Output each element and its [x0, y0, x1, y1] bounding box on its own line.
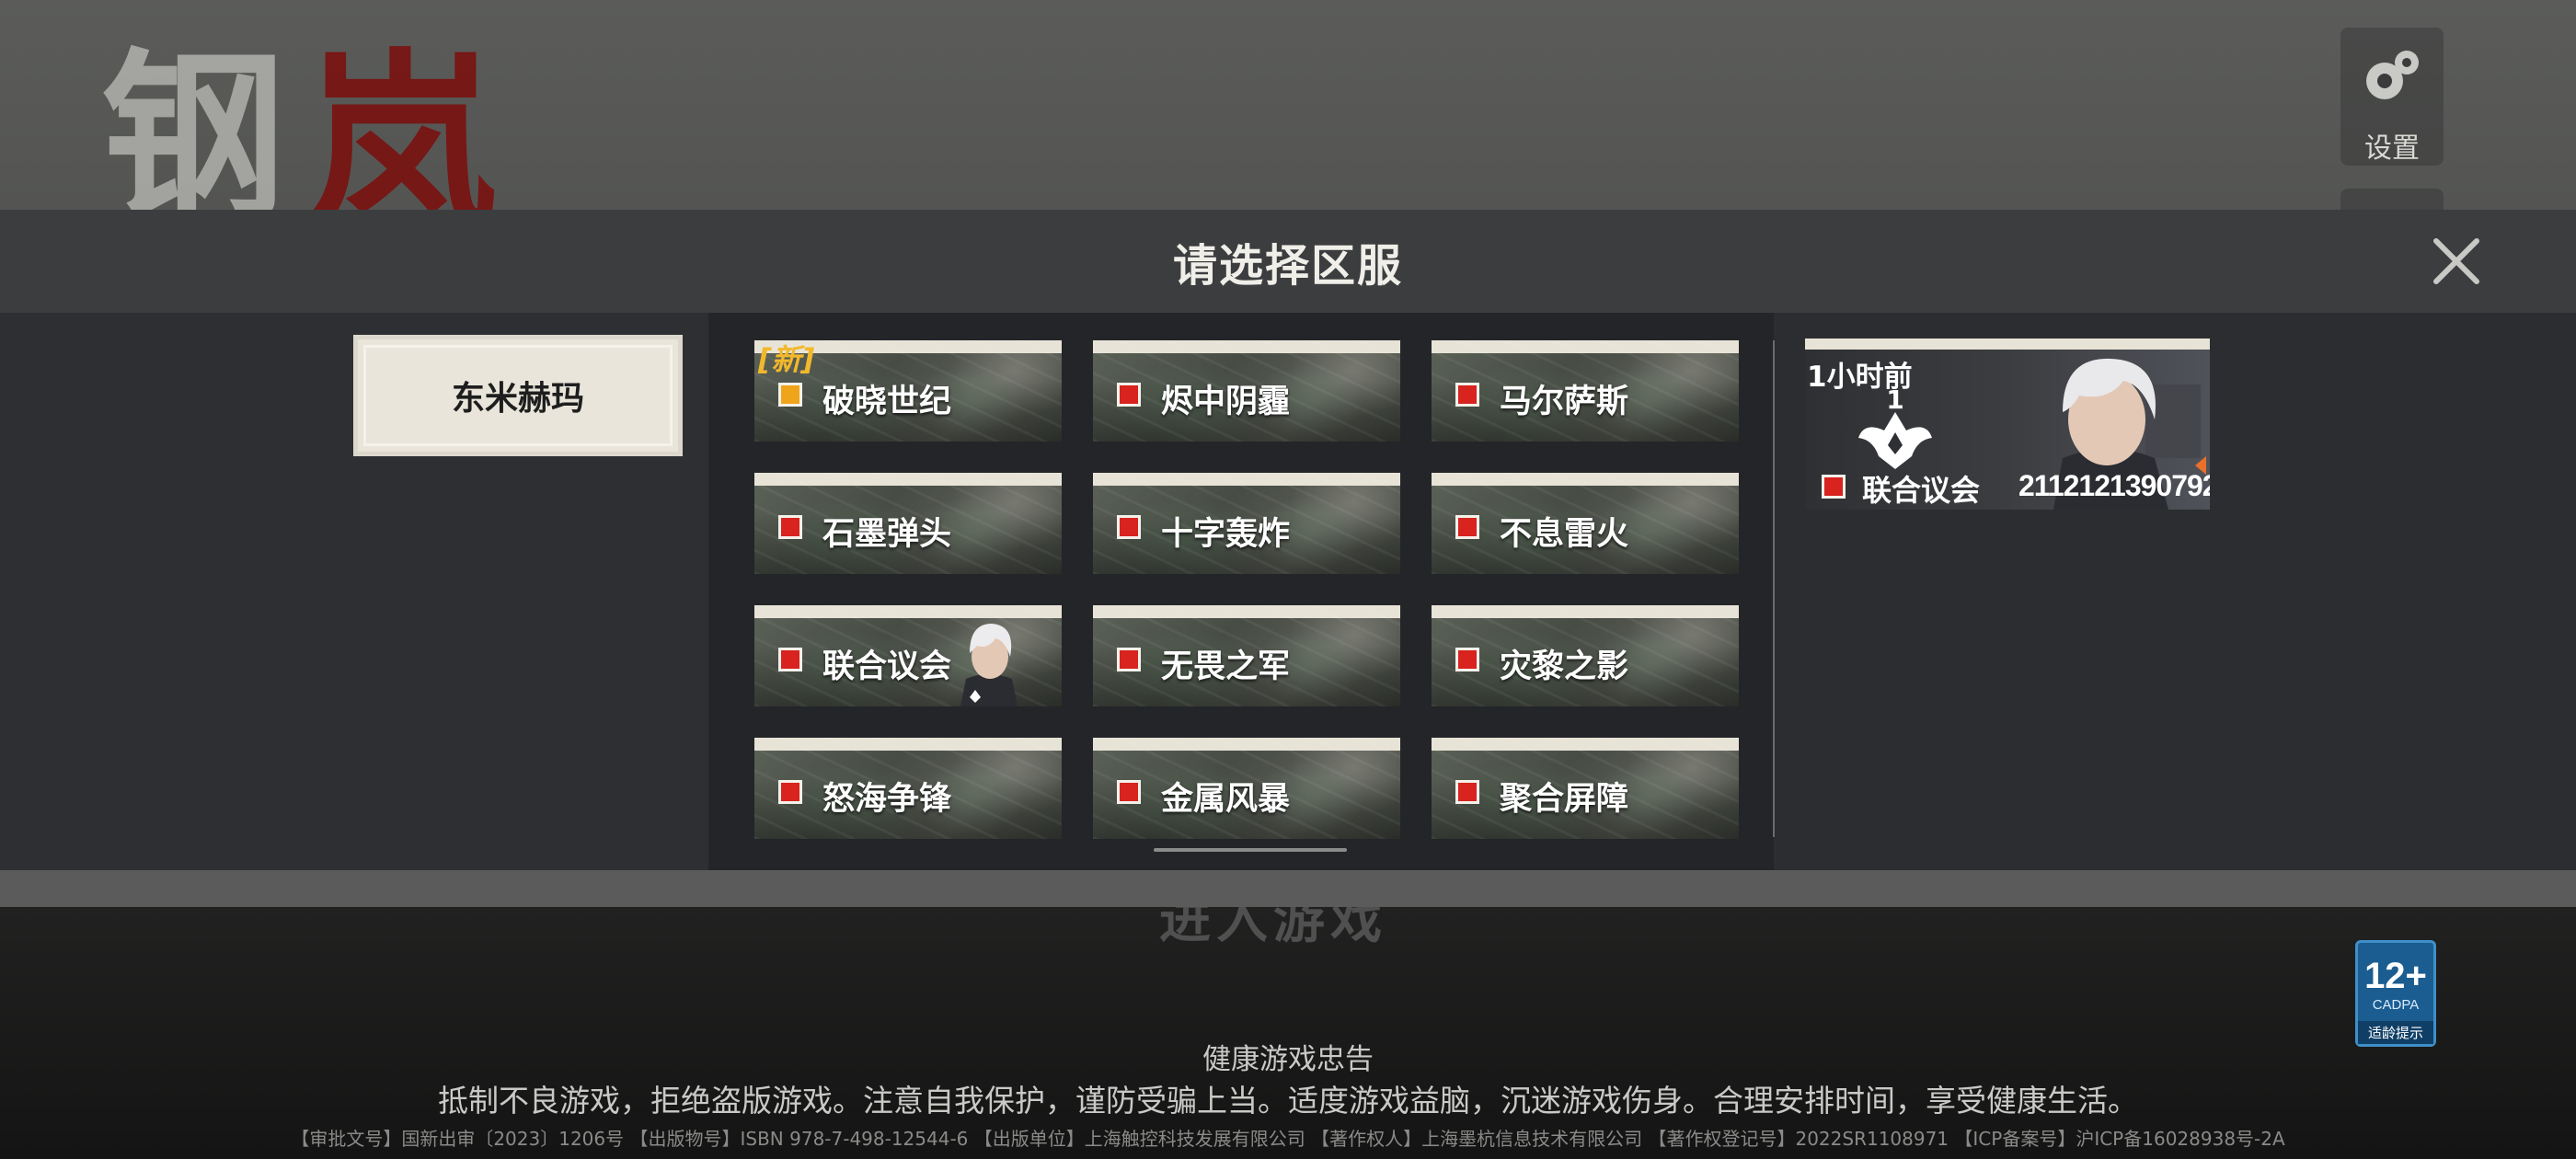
server-name: 怒海争锋 — [822, 781, 952, 818]
server-name: 不息雷火 — [1500, 516, 1629, 553]
settings-label: 设置 — [2364, 132, 2420, 165]
server-list: [新] 破晓世纪 烬中阴霾 马尔萨斯石墨弹头 十字轰炸 不息雷火联合议会 无畏之军 灾黎之影怒… — [708, 313, 1774, 870]
server-name: 聚合屏障 — [1500, 781, 1629, 818]
server-name: 破晓世纪 — [822, 384, 952, 420]
close-icon — [2433, 238, 2479, 284]
scrollbar[interactable] — [1154, 848, 1347, 852]
server-status-indicator — [1117, 515, 1141, 539]
server-name: 灾黎之影 — [1500, 648, 1629, 685]
recent-server-name: 联合议会 — [1862, 473, 1981, 508]
server-card[interactable]: 石墨弹头 — [754, 473, 1062, 574]
server-status-indicator — [1117, 383, 1141, 407]
server-status-indicator — [1455, 515, 1479, 539]
server-name: 马尔萨斯 — [1500, 384, 1629, 420]
server-name: 十字轰炸 — [1161, 516, 1291, 553]
server-name: 无畏之军 — [1161, 648, 1291, 685]
server-name: 烬中阴霾 — [1161, 384, 1291, 420]
modal-title: 请选择区服 — [1172, 240, 1403, 292]
age-rating-badge[interactable]: 12+ CADPA 适龄提示 — [2355, 940, 2436, 1047]
server-status-indicator — [1455, 648, 1479, 671]
recent-server-card[interactable]: 1小时前 1 联合议会 2112121390792O — [1805, 339, 2210, 510]
server-card[interactable]: [新] 破晓世纪 — [754, 340, 1062, 442]
faction-emblem-icon: 1 — [1851, 384, 1939, 473]
region-tab-label: 东米赫玛 — [451, 380, 584, 418]
server-card[interactable]: 马尔萨斯 — [1432, 340, 1739, 442]
svg-text:1: 1 — [1886, 384, 1903, 415]
new-server-badge: [新] — [758, 342, 815, 377]
server-card[interactable]: 怒海争锋 — [754, 738, 1062, 839]
settings-button[interactable]: 设置 — [2340, 28, 2444, 166]
server-name: 金属风暴 — [1161, 781, 1291, 818]
svg-text:岚: 岚 — [304, 30, 497, 221]
server-card[interactable]: 金属风暴 — [1093, 738, 1400, 839]
server-card[interactable]: 聚合屏障 — [1432, 738, 1739, 839]
region-list: 东米赫玛 — [0, 313, 719, 870]
server-status-indicator — [778, 383, 802, 407]
age-rating-tip: 适龄提示 — [2358, 1021, 2433, 1044]
corner-marker — [2195, 456, 2206, 475]
health-notice-title: 健康游戏忠告 — [1202, 1043, 1374, 1076]
server-card[interactable]: 无畏之军 — [1093, 605, 1400, 706]
server-status-indicator — [1117, 648, 1141, 671]
player-id: 2112121390792O — [2018, 469, 2210, 502]
server-status-indicator — [778, 515, 802, 539]
server-card[interactable]: 灾黎之影 — [1432, 605, 1739, 706]
server-status-indicator — [1455, 383, 1479, 407]
legal-info: 【审批文号】国新出审〔2023〕1206号 【出版物号】ISBN 978-7-4… — [291, 1128, 2285, 1150]
server-name: 联合议会 — [822, 648, 952, 685]
age-rating: 12+ — [2364, 956, 2427, 996]
server-card[interactable]: 烬中阴霾 — [1093, 340, 1400, 442]
gear-icon — [2353, 40, 2431, 121]
server-card[interactable]: 十字轰炸 — [1093, 473, 1400, 574]
game-logo: 钢 岚 — [92, 28, 607, 258]
svg-text:钢: 钢 — [101, 30, 285, 221]
modal-footer — [0, 870, 2576, 907]
server-select-body: 东米赫玛 [新] 破晓世纪 烬中阴霾 马尔萨斯 石墨弹头 十字轰炸 不息雷火 联合议会 无畏之军… — [0, 313, 2576, 870]
server-status-indicator — [778, 648, 802, 671]
character-avatar — [951, 614, 1025, 706]
recent-servers: 1小时前 1 联合议会 2112121390792O — [1776, 313, 2576, 870]
server-select-header: 请选择区服 — [0, 210, 2576, 313]
age-rating-org: CADPA — [2372, 997, 2420, 1013]
server-status-indicator — [1117, 780, 1141, 804]
server-name: 石墨弹头 — [822, 516, 952, 553]
server-status-indicator — [778, 780, 802, 804]
recent-status-indicator — [1822, 475, 1846, 499]
health-notice-body: 抵制不良游戏，拒绝盗版游戏。注意自我保护，谨防受骗上当。适度游戏益脑，沉迷游戏伤… — [438, 1083, 2138, 1119]
divider — [1773, 340, 1775, 837]
server-card[interactable]: 不息雷火 — [1432, 473, 1739, 574]
region-tab-selected[interactable]: 东米赫玛 — [353, 335, 683, 456]
server-status-indicator — [1455, 780, 1479, 804]
server-card[interactable]: 联合议会 — [754, 605, 1062, 706]
close-button[interactable] — [2427, 232, 2486, 291]
